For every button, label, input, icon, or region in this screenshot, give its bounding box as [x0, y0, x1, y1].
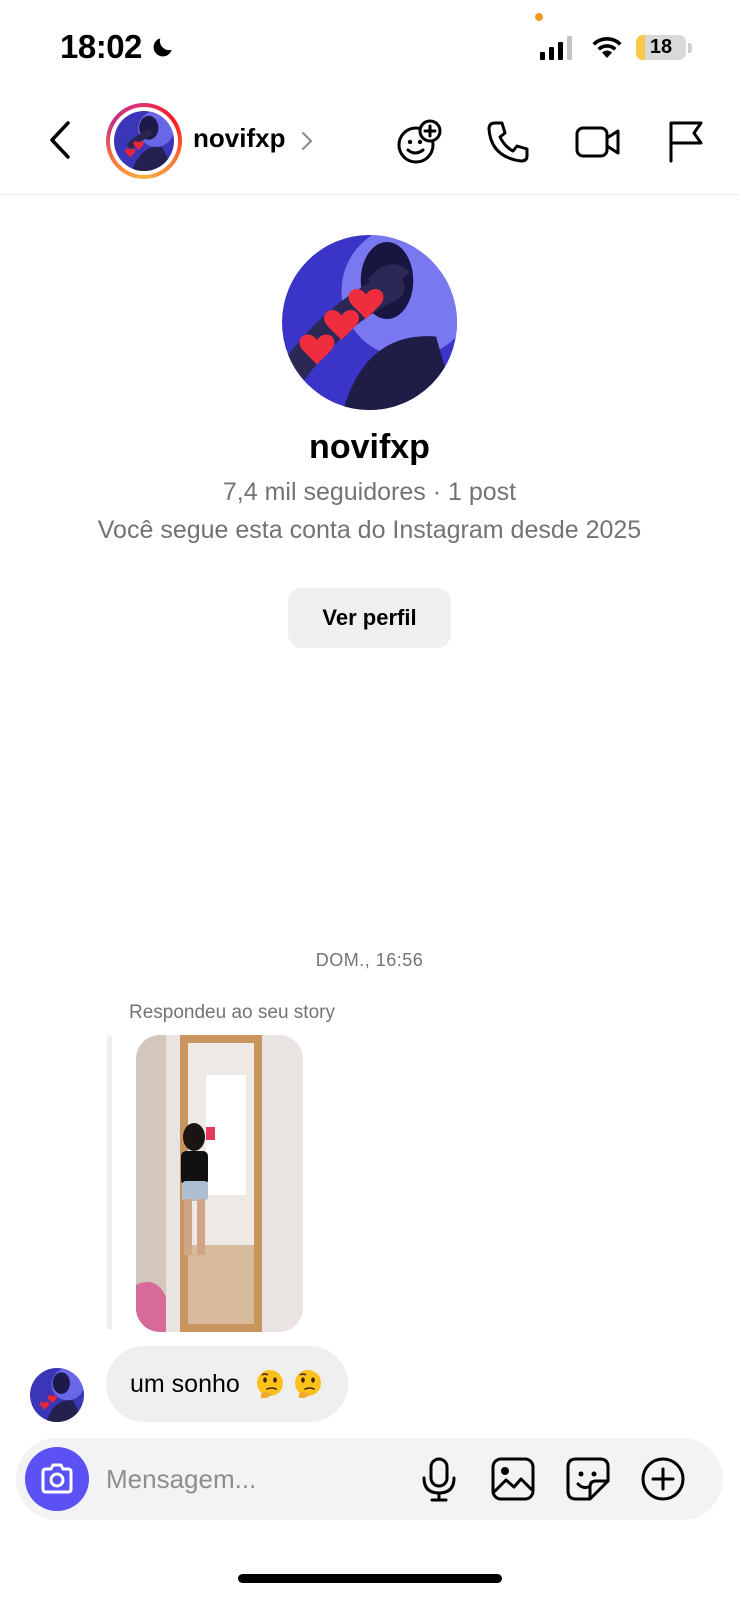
sticker-icon[interactable] [563, 1454, 613, 1504]
view-profile-button[interactable]: Ver perfil [288, 588, 451, 648]
battery-cap [688, 43, 692, 53]
story-thumbnail[interactable] [136, 1035, 303, 1332]
avatar [114, 111, 174, 171]
thinking-face-emoji [256, 1370, 283, 1398]
status-time: 18:02 [60, 28, 176, 66]
camera-icon [41, 1463, 73, 1494]
header-username[interactable]: novifxp [193, 123, 285, 154]
add-to-chat-face-icon[interactable] [394, 117, 444, 167]
story-ring-gap [110, 107, 178, 175]
story-reply-label: Respondeu ao seu story [129, 1002, 335, 1023]
message-text: um sonho [130, 1369, 240, 1398]
thinking-face-emoji [294, 1370, 321, 1398]
video-camera-icon[interactable] [573, 117, 623, 167]
privacy-indicator-dot [535, 13, 543, 21]
message-composer [16, 1438, 723, 1520]
battery-level: 18 [649, 36, 673, 58]
battery-icon: 18 [636, 35, 686, 60]
wifi-icon [592, 36, 622, 58]
sender-avatar[interactable] [30, 1368, 84, 1422]
message-input[interactable] [106, 1454, 406, 1504]
profile-follow-info: Você segue esta conta do Instagram desde… [97, 516, 642, 544]
back-chevron-icon[interactable] [40, 115, 80, 165]
reply-indicator-bar [107, 1035, 112, 1330]
chevron-right-icon[interactable] [300, 129, 314, 153]
phone-icon[interactable] [483, 117, 533, 167]
status-time-text: 18:02 [60, 28, 142, 65]
cellular-signal-icon [540, 36, 572, 60]
microphone-icon[interactable] [414, 1454, 464, 1504]
gallery-icon[interactable] [488, 1454, 538, 1504]
home-indicator[interactable] [238, 1574, 502, 1583]
moon-icon [153, 38, 172, 57]
plus-circle-icon[interactable] [638, 1454, 688, 1504]
profile-name: novifxp [309, 428, 430, 466]
camera-button[interactable] [25, 1447, 89, 1511]
status-bar: 18:02 18 [0, 0, 739, 90]
message-timestamp: DOM., 16:56 [315, 950, 424, 970]
chat-header: novifxp [0, 95, 739, 195]
profile-avatar[interactable] [282, 235, 457, 410]
profile-stats: 7,4 mil seguidores · 1 post [222, 478, 517, 506]
flag-icon[interactable] [663, 117, 713, 167]
message-bubble[interactable]: um sonho [106, 1346, 348, 1422]
header-story-ring[interactable] [106, 103, 182, 179]
